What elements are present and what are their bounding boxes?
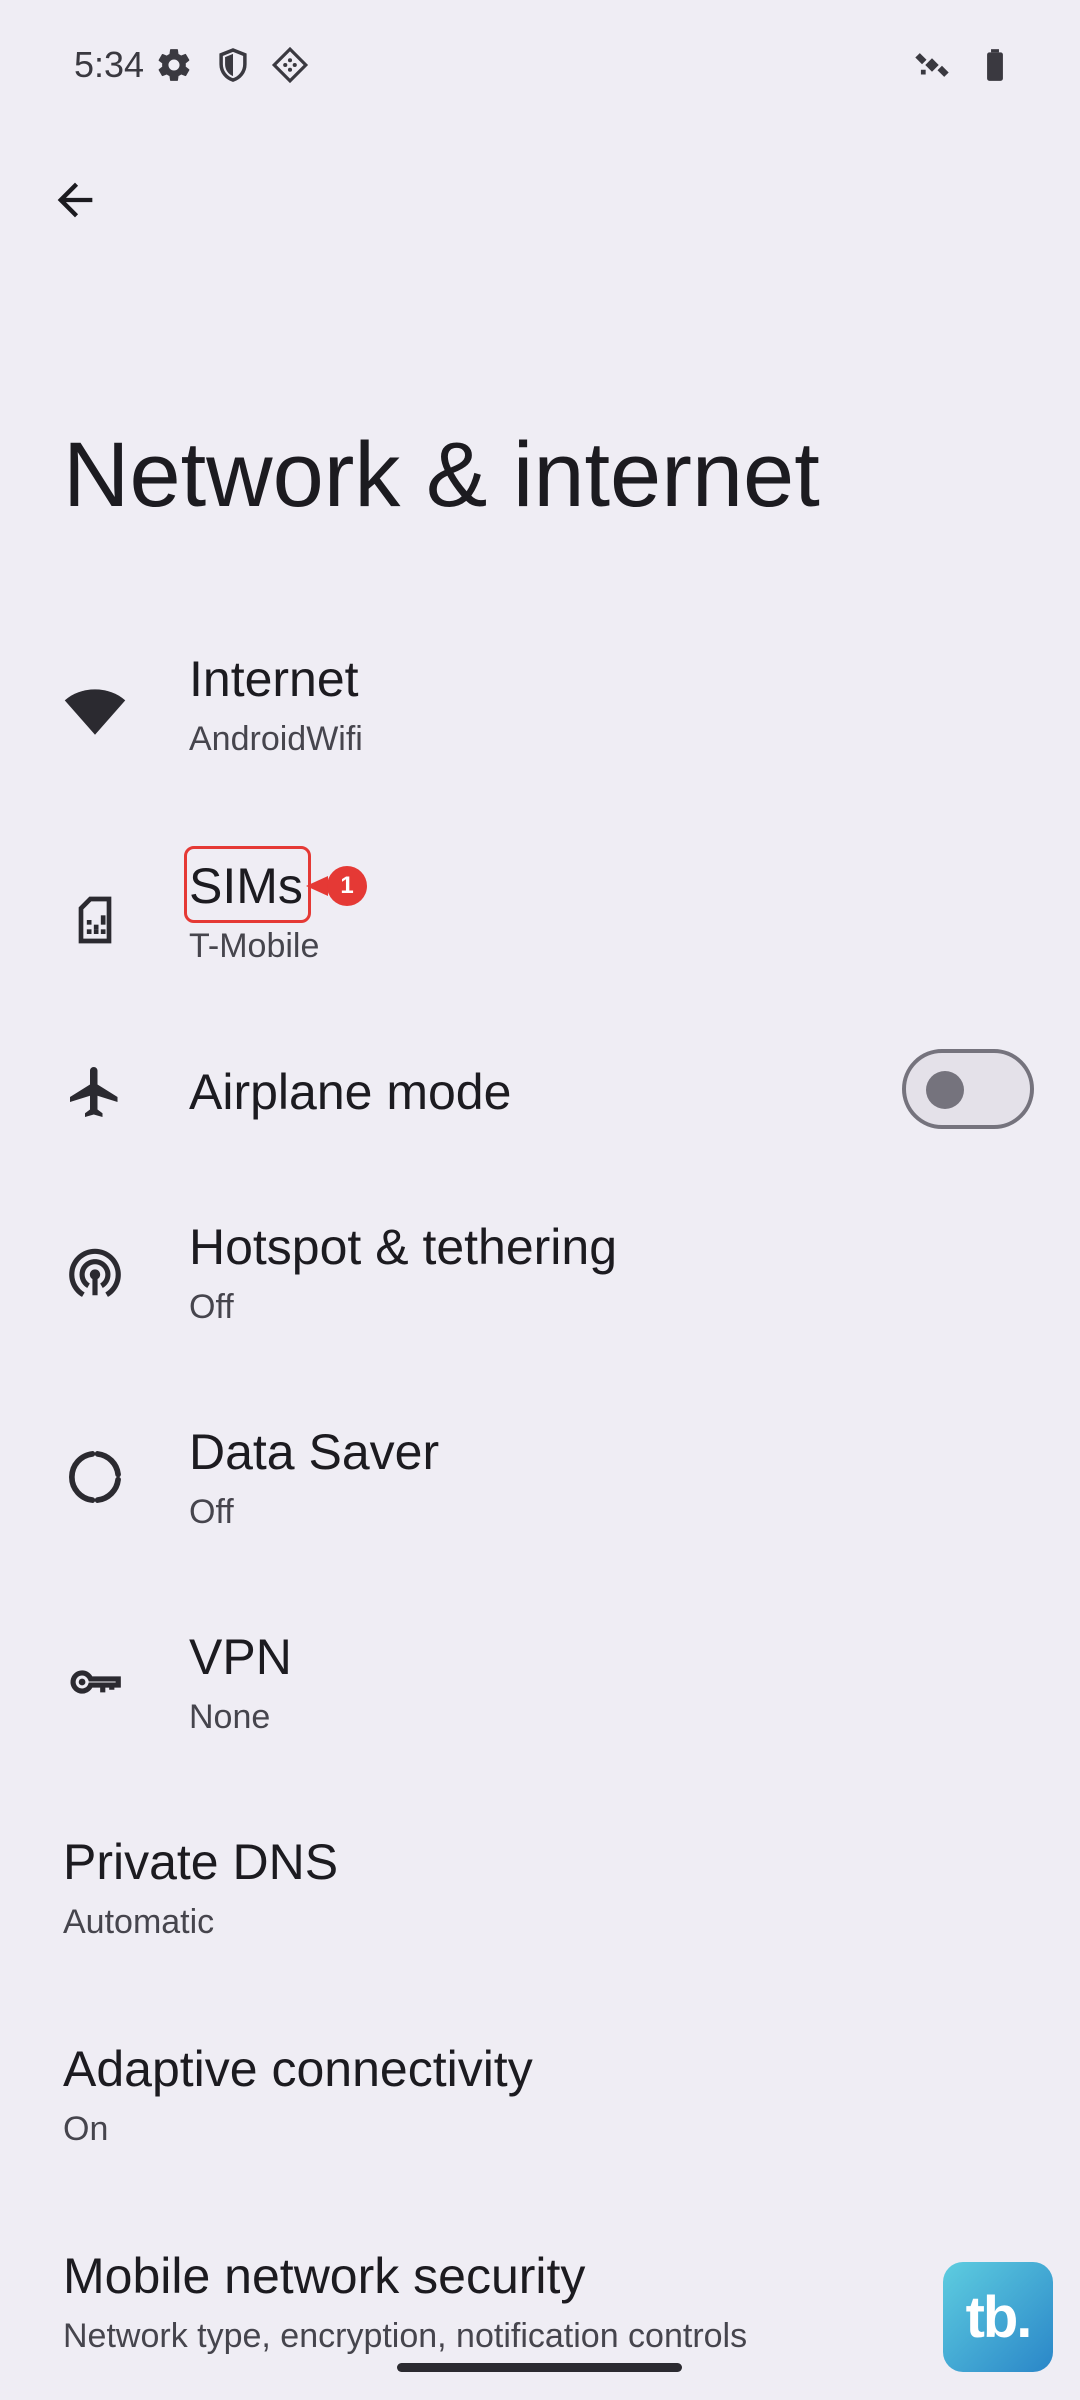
gear-icon xyxy=(155,46,193,84)
annotation-arrow xyxy=(306,876,328,896)
wifi-icon xyxy=(60,675,130,745)
airplane-mode-title: Airplane mode xyxy=(189,1064,512,1120)
internet-title: Internet xyxy=(189,651,359,707)
mobile-network-security-subtitle: Network type, encryption, notification c… xyxy=(63,2317,748,2355)
adaptive-connectivity-title: Adaptive connectivity xyxy=(63,2041,533,2097)
battery-icon xyxy=(976,46,1014,84)
mobile-network-security-item[interactable]: Mobile network security Network type, en… xyxy=(0,2205,1080,2385)
status-bar: 5:34 xyxy=(0,0,1080,130)
satellite-icon xyxy=(913,46,951,84)
vpn-title: VPN xyxy=(189,1629,292,1685)
private-dns-title: Private DNS xyxy=(63,1834,339,1890)
page-title: Network & internet xyxy=(63,424,820,526)
mobile-network-security-title: Mobile network security xyxy=(63,2248,586,2304)
vpn-subtitle: None xyxy=(189,1698,271,1736)
private-dns-item[interactable]: Private DNS Automatic xyxy=(0,1795,1080,1985)
annotation-highlight-box xyxy=(184,846,311,923)
hotspot-item[interactable]: Hotspot & tethering Off xyxy=(0,1180,1080,1370)
status-time: 5:34 xyxy=(74,44,145,85)
data-saver-item[interactable]: Data Saver Off xyxy=(0,1385,1080,1575)
toggle-knob xyxy=(926,1071,964,1109)
annotation-badge: 1 xyxy=(327,866,367,906)
arrow-back-icon xyxy=(57,182,93,218)
key-icon xyxy=(60,1647,130,1717)
back-button[interactable] xyxy=(40,165,110,235)
adaptive-connectivity-item[interactable]: Adaptive connectivity On xyxy=(0,2000,1080,2190)
sim-card-icon xyxy=(60,885,130,955)
internet-item[interactable]: Internet AndroidWifi xyxy=(0,620,1080,800)
network-diamond-icon xyxy=(271,46,309,84)
sims-item[interactable]: SIMs T-Mobile xyxy=(0,825,1080,1005)
hotspot-subtitle: Off xyxy=(189,1288,234,1326)
sims-subtitle: T-Mobile xyxy=(189,927,320,965)
watermark-logo: tb. xyxy=(943,2262,1053,2372)
airplane-icon xyxy=(60,1057,130,1127)
gesture-navigation-bar[interactable] xyxy=(397,2363,682,2372)
hotspot-title: Hotspot & tethering xyxy=(189,1219,618,1275)
data-saver-subtitle: Off xyxy=(189,1493,234,1531)
vpn-item[interactable]: VPN None xyxy=(0,1590,1080,1780)
data-saver-icon xyxy=(60,1442,130,1512)
hotspot-icon xyxy=(60,1237,130,1307)
data-saver-title: Data Saver xyxy=(189,1424,440,1480)
shield-icon xyxy=(214,46,252,84)
airplane-mode-toggle[interactable] xyxy=(902,1049,1034,1129)
internet-subtitle: AndroidWifi xyxy=(189,720,363,758)
private-dns-subtitle: Automatic xyxy=(63,1903,215,1941)
adaptive-connectivity-subtitle: On xyxy=(63,2110,109,2148)
